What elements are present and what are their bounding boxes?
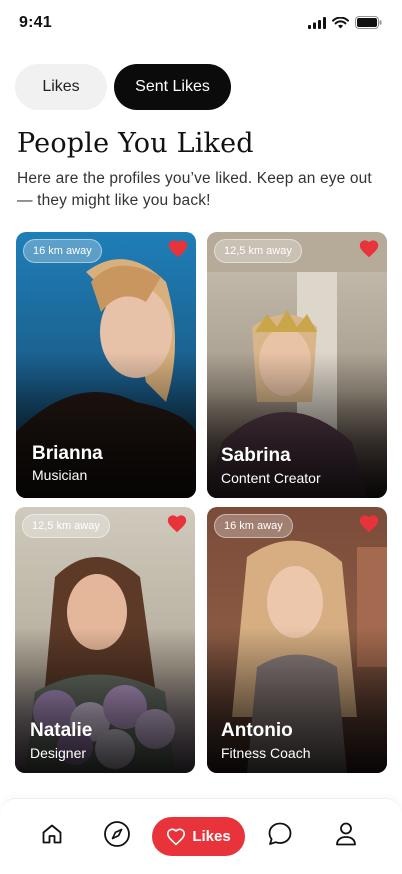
profile-name: Natalie [30,720,93,741]
nav-explore[interactable] [102,819,132,849]
nav-likes-label: Likes [192,828,231,845]
nav-profile[interactable] [331,819,361,849]
home-icon [42,824,62,844]
distance-badge: 12,5 km away [214,239,302,263]
nav-messages[interactable] [265,819,295,849]
distance-badge: 12,5 km away [22,514,110,538]
status-time: 9:41 [19,14,52,31]
profile-icon [336,822,356,846]
distance-badge: 16 km away [214,514,293,538]
profile-role: Musician [32,467,88,483]
status-bar: 9:41 [0,0,402,46]
nav-likes[interactable]: Likes [152,817,245,856]
heart-icon[interactable] [358,513,380,535]
nav-home[interactable] [37,819,67,849]
page-subtitle: Here are the profiles you’ve liked. Keep… [17,170,372,209]
profile-card-sabrina[interactable]: 12,5 km away Sabrina Content Creator [207,232,387,498]
tab-sent-likes[interactable]: Sent Likes [114,64,231,110]
heart-icon[interactable] [166,513,188,535]
bottom-nav: Likes [0,798,402,874]
chat-icon [268,822,292,845]
status-icons [308,16,382,29]
heart-icon[interactable] [358,238,380,260]
page-title: People You Liked [17,128,254,159]
profile-name: Sabrina [221,445,291,466]
likes-tabs: Likes Sent Likes [15,64,231,110]
heart-icon[interactable] [167,238,189,260]
profile-name: Brianna [32,443,103,464]
profile-role: Fitness Coach [221,745,311,761]
profile-card-antonio[interactable]: 16 km away Antonio Fitness Coach [207,507,387,773]
profile-role: Content Creator [221,470,321,486]
distance-badge: 16 km away [23,239,102,263]
profile-card-brianna[interactable]: 16 km away Brianna Musician [16,232,196,498]
profile-role: Designer [30,745,87,761]
signal-icon [308,16,326,29]
profile-name: Antonio [221,720,293,741]
wifi-icon [332,16,349,28]
profile-card-natalie[interactable]: 12,5 km away Natalie Designer [15,507,195,773]
tab-likes[interactable]: Likes [15,64,107,110]
battery-icon [355,16,382,29]
compass-icon [104,821,130,847]
heart-icon [167,827,186,845]
